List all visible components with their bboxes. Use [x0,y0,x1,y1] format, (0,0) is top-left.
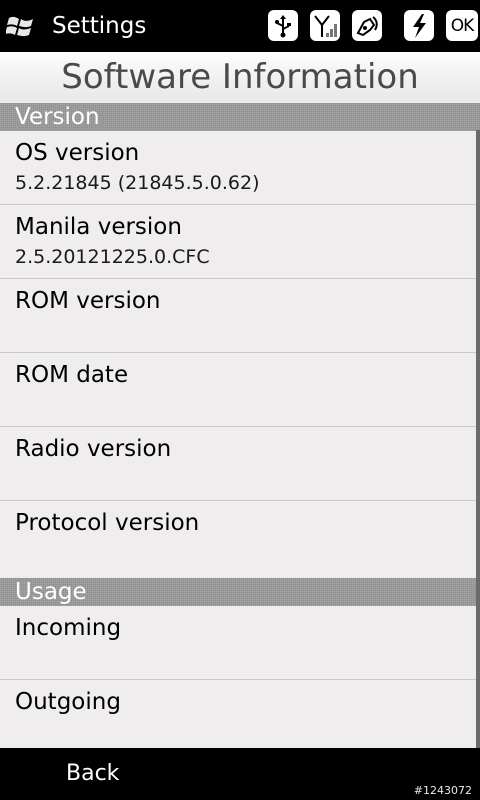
back-button[interactable]: Back [66,760,119,788]
ok-button[interactable]: OK [446,10,478,41]
list-item-incoming[interactable]: Incoming [0,606,476,680]
scrollbar[interactable] [476,130,480,748]
signal-icon[interactable] [310,10,340,41]
item-label: Radio version [15,436,172,462]
list-item-outgoing[interactable]: Outgoing [0,680,476,748]
item-label: Protocol version [15,510,200,536]
status-bar: Settings OK [0,0,480,52]
item-label: Outgoing [15,689,121,715]
app-title: Settings [52,13,147,39]
bottom-bar: Back #1243072 [0,748,480,800]
list-item-rom-version[interactable]: ROM version [0,279,476,353]
section-header-label: Usage [15,579,87,605]
list-item-rom-date[interactable]: ROM date [0,353,476,427]
section-header-label: Version [15,104,100,130]
page-header: Software Information [0,52,480,102]
list-item-manila-version[interactable]: Manila version 2.5.20121225.0.CFC [0,205,476,279]
page-title: Software Information [61,57,419,97]
section-header-version: Version [0,103,480,131]
list-item-os-version[interactable]: OS version 5.2.21845 (21845.5.0.62) [0,131,476,205]
item-label: ROM version [15,288,161,314]
list-item-protocol-version[interactable]: Protocol version [0,501,476,575]
section-header-usage: Usage [0,578,480,606]
usb-icon[interactable] [268,10,298,41]
item-value: 5.2.21845 (21845.5.0.62) [15,172,260,194]
windows-start-icon[interactable] [5,11,36,41]
item-label: OS version [15,140,140,166]
item-value: 2.5.20121225.0.CFC [15,246,210,268]
list-item-radio-version[interactable]: Radio version [0,427,476,501]
battery-charging-icon[interactable] [404,10,434,41]
speaker-icon[interactable] [352,10,382,41]
item-label: ROM date [15,362,129,388]
item-label: Manila version [15,214,182,240]
item-label: Incoming [15,615,122,641]
watermark-text: #1243072 [413,784,472,797]
